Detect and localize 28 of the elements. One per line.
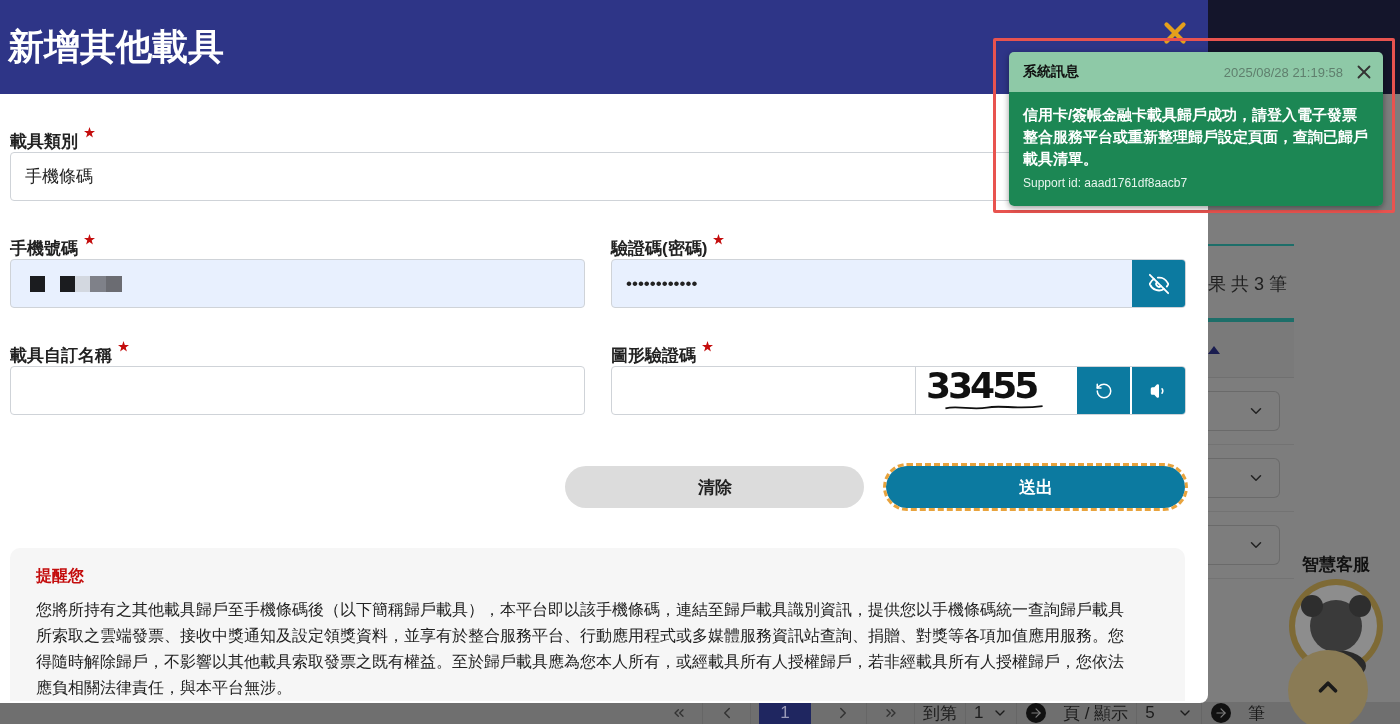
audio-button[interactable] [1132,367,1185,414]
unit-label: 筆 [1247,702,1267,724]
eye-off-icon [1147,272,1170,295]
support-id: Support id: aaad1761df8aacb7 [1023,176,1189,190]
notice-text: 您將所持有之其他載具歸戶至手機條碼後（以下簡稱歸戶載具），本平台即以該手機條碼，連結至歸戶載具識別資訊，提供您以手機條碼統一查詢歸戶載具所索取之雲端發票、接收中獎通知及設定領獎資料，並享有於整合服務平台、行動應用程式或多媒體服務資訊站查詢、捐贈、對獎等各項加值應用服務。您得隨時解除歸戶，不影響以其他載具索取發票之既有權益。至於歸戶載具應為您本人所有，或經載具所有人授權歸戶，若非經載具所有人授權歸戶，您依法應負相關法律責任，與本平台無涉。 [36,600,1125,698]
refresh-button[interactable] [1077,367,1130,414]
current-page[interactable]: 1 [759,702,811,724]
refresh-icon [1094,381,1113,400]
clear-button[interactable]: 清除 [565,466,864,508]
field-label: 手機號碼 [10,238,78,260]
visibility-toggle-button[interactable] [1132,260,1185,307]
dialog-title: 新增其他載具 [8,24,224,69]
field-label: 載具自訂名稱 [10,345,112,367]
notice-title: 提醒您 [36,566,85,586]
chatbot-label: 智慧客服 [1302,554,1370,576]
field-label: 圖形驗證碼 [611,345,696,367]
goto-label: 到第 [922,702,958,724]
field-label: 驗證碼(密碼) [611,238,708,260]
captcha-field[interactable]: 33455 [611,366,1186,415]
toast-title: 系統訊息 [1023,63,1080,81]
field-label: 載具類別 [10,131,78,153]
per-page-label: 頁 / 顯示 [1062,702,1130,724]
result-count: 果 共 3 筆 [1208,273,1288,296]
name-input[interactable] [10,366,585,415]
toast-time: 2025/08/28 21:19:58 [1223,64,1343,80]
submit-button[interactable]: 送出 [886,466,1185,508]
sort-up-icon[interactable] [1208,345,1220,354]
phone-input[interactable] [10,259,585,308]
